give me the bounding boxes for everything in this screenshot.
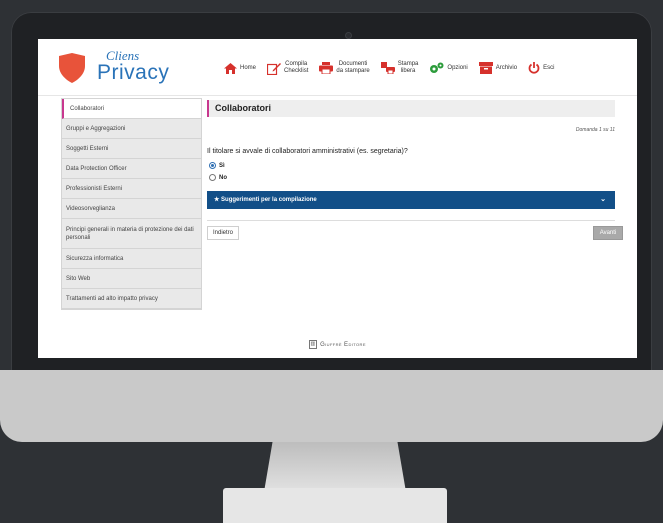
nav-stampa-label: Stampa — [397, 61, 419, 67]
sidebar-item-principi-generali[interactable]: Principi generali in materia di protezio… — [62, 219, 201, 249]
nav-documenti-label: Documenti — [338, 61, 368, 67]
sidebar-item-soggetti-esterni[interactable]: Soggetti Esterni — [62, 139, 201, 159]
webcam — [345, 32, 352, 39]
printer-icon — [319, 62, 334, 74]
sidebar-item-professionisti[interactable]: Professionisti Esterni — [62, 179, 201, 199]
app-logo[interactable]: Cliens Privacy — [58, 48, 178, 89]
nav-compila-checklist[interactable]: Compila Checklist — [267, 61, 308, 75]
gears-icon — [430, 62, 444, 73]
sidebar-item-collaboratori[interactable]: Collaboratori — [62, 99, 201, 119]
publisher-emblem-icon: ▥ — [309, 340, 318, 349]
nav-checklist-label: Checklist — [284, 68, 309, 74]
monitor-chin — [0, 370, 663, 442]
print-free-icon — [380, 62, 395, 74]
publisher-name: Giuffrè Editore — [320, 341, 366, 348]
home-icon — [224, 62, 237, 74]
chevron-down-icon: ⌄ — [600, 196, 606, 203]
sidebar-item-sicurezza[interactable]: Sicurezza informatica — [62, 249, 201, 269]
page-title: Collaboratori — [207, 100, 615, 117]
tips-accordion[interactable]: ★ Suggerimenti per la compilazione ⌄ — [207, 191, 615, 209]
next-button[interactable]: Avanti — [593, 226, 623, 240]
nav-home-label: Home — [240, 64, 257, 71]
sidebar-item-trattamenti[interactable]: Trattamenti ad alto impatto privacy — [62, 289, 201, 309]
question-counter: Domanda 1 su 11 — [575, 127, 615, 133]
nav-stampa-libera[interactable]: Stampa libera — [380, 61, 419, 75]
question-text: Il titolare si avvale di collaboratori a… — [207, 148, 408, 155]
main-content: Collaboratori Domanda 1 su 11 Il titolar… — [207, 100, 623, 240]
sidebar-item-gruppi[interactable]: Gruppi e Aggregazioni — [62, 119, 201, 139]
app-header: Cliens Privacy Home Compila Checklist Doc… — [38, 39, 637, 96]
archive-icon — [478, 62, 493, 74]
checklist-edit-icon — [267, 62, 282, 75]
nav-da-stampare-label: da stampare — [336, 68, 370, 74]
nav-home[interactable]: Home — [224, 62, 257, 74]
app-screen: Cliens Privacy Home Compila Checklist Doc… — [38, 39, 637, 358]
radio-label-si: Sì — [219, 162, 225, 169]
nav-compila-label: Compila — [285, 61, 308, 67]
nav-libera-label: libera — [400, 68, 416, 74]
sidebar-item-sito-web[interactable]: Sito Web — [62, 269, 201, 289]
back-button[interactable]: Indietro — [207, 226, 240, 240]
radio-label-no: No — [219, 174, 227, 181]
tips-label: ★ Suggerimenti per la compilazione — [214, 197, 317, 203]
divider — [207, 220, 615, 221]
monitor-stand-neck — [264, 442, 406, 492]
nav-esci-label: Esci — [543, 64, 555, 71]
top-nav: Home Compila Checklist Documenti da stampa… — [224, 56, 565, 80]
sidebar: Collaboratori Gruppi e Aggregazioni Sogg… — [61, 98, 202, 310]
sidebar-item-dpo[interactable]: Data Protection Officer — [62, 159, 201, 179]
sidebar-item-videosorveglianza[interactable]: Videosorveglianza — [62, 199, 201, 219]
nav-esci[interactable]: Esci — [528, 62, 554, 74]
nav-opzioni-label: Opzioni — [447, 64, 468, 71]
radio-option-no[interactable]: No — [209, 174, 227, 181]
publisher-footer: ▥ Giuffrè Editore — [38, 340, 637, 349]
radio-unselected-icon[interactable] — [209, 174, 216, 181]
radio-selected-icon[interactable] — [209, 162, 216, 169]
nav-archivio[interactable]: Archivio — [478, 62, 518, 74]
radio-option-si[interactable]: Sì — [209, 162, 225, 169]
power-icon — [528, 62, 540, 74]
monitor-stand-foot — [223, 488, 447, 523]
shield-logo-icon — [59, 53, 85, 83]
brand-privacy: Privacy — [97, 61, 170, 84]
nav-documenti[interactable]: Documenti da stampare — [319, 61, 370, 75]
nav-archivio-label: Archivio — [495, 64, 518, 71]
nav-opzioni[interactable]: Opzioni — [429, 62, 468, 74]
